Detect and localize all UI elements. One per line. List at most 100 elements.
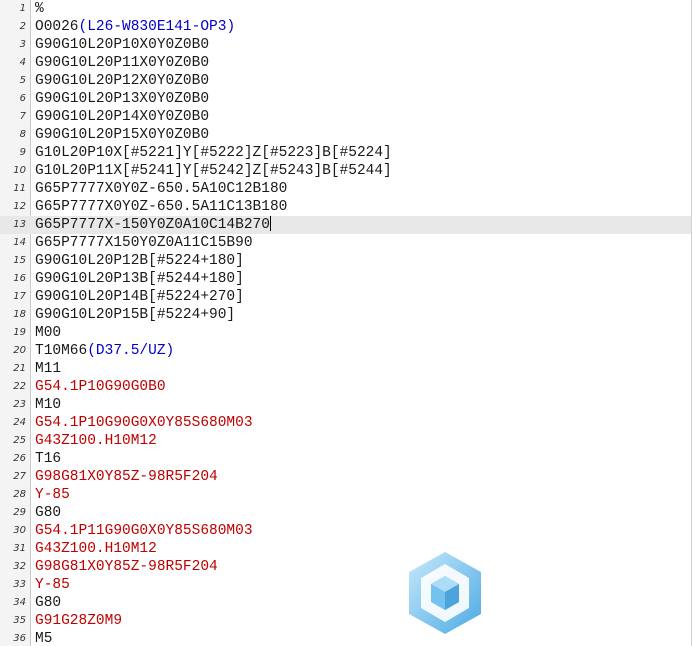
code-line[interactable]: 10 G10L20P11X[#5241]Y[#5242]Z[#5243]B[#52… [0, 162, 692, 180]
code-line[interactable]: 28 Y-85 [0, 486, 692, 504]
code-text[interactable]: G10L20P10X[#5221]Y[#5222]Z[#5223]B[#5224… [35, 144, 392, 162]
code-line[interactable]: 2 O0026(L26-W830E141-OP3) [0, 18, 692, 36]
code-line[interactable]: 26 T16 [0, 450, 692, 468]
code-text[interactable]: G90G10L20P14B[#5224+270] [35, 288, 244, 306]
code-text[interactable]: G43Z100.H10M12 [35, 540, 157, 558]
code-line[interactable]: 32 G98G81X0Y85Z-98R5F204 [0, 558, 692, 576]
code-line[interactable]: 25 G43Z100.H10M12 [0, 432, 692, 450]
code-line[interactable]: 3 G90G10L20P10X0Y0Z0B0 [0, 36, 692, 54]
code-token: G10L20P11X[#5241]Y[#5242]Z[#5243]B[#5244… [35, 163, 392, 179]
code-text[interactable]: G54.1P11G90G0X0Y85S680M03 [35, 522, 253, 540]
code-token: G65P7777X150Y0Z0A11C15B90 [35, 235, 253, 251]
code-text[interactable]: G80 [35, 504, 61, 522]
line-number: 22 [13, 381, 26, 392]
code-text[interactable]: G90G10L20P13B[#5244+180] [35, 270, 244, 288]
code-line-current[interactable]: 13 G65P7777X-150Y0Z0A10C14B270 [0, 216, 692, 234]
code-line[interactable]: 24 G54.1P10G90G0X0Y85S680M03 [0, 414, 692, 432]
code-line[interactable]: 19 M00 [0, 324, 692, 342]
code-text[interactable]: G90G10L20P10X0Y0Z0B0 [35, 36, 209, 54]
text-caret [269, 216, 271, 231]
code-line[interactable]: 22 G54.1P10G90G0B0 [0, 378, 692, 396]
line-number: 3 [19, 39, 26, 50]
code-token: T16 [35, 451, 62, 467]
code-text[interactable]: G98G81X0Y85Z-98R5F204 [35, 468, 218, 486]
code-text[interactable]: G65P7777X0Y0Z-650.5A10C12B180 [35, 180, 287, 198]
code-text[interactable]: G90G10L20P11X0Y0Z0B0 [35, 54, 209, 72]
code-text[interactable]: G65P7777X-150Y0Z0A10C14B270 [35, 216, 271, 234]
code-line[interactable]: 9 G10L20P10X[#5221]Y[#5222]Z[#5223]B[#522… [0, 144, 692, 162]
code-line[interactable]: 4 G90G10L20P11X0Y0Z0B0 [0, 54, 692, 72]
code-line[interactable]: 14 G65P7777X150Y0Z0A11C15B90 [0, 234, 692, 252]
code-line[interactable]: 20 T10M66(D37.5/UZ) [0, 342, 692, 360]
code-token: G90G10L20P13X0Y0Z0B0 [35, 91, 210, 107]
code-token: G90G10L20P11X0Y0Z0B0 [35, 55, 210, 71]
code-line[interactable]: 7 G90G10L20P14X0Y0Z0B0 [0, 108, 692, 126]
code-text[interactable]: Y-85 [35, 576, 70, 594]
line-number: 33 [13, 579, 26, 590]
code-text[interactable]: M11 [35, 360, 61, 378]
code-text[interactable]: G90G10L20P14X0Y0Z0B0 [35, 108, 209, 126]
line-number: 24 [13, 417, 26, 428]
code-line[interactable]: 5 G90G10L20P12X0Y0Z0B0 [0, 72, 692, 90]
code-text[interactable]: Y-85 [35, 486, 70, 504]
code-text[interactable]: G65P7777X150Y0Z0A11C15B90 [35, 234, 253, 252]
code-line[interactable]: 36 M5 [0, 630, 692, 646]
code-highlighted-block: G54.1P10G90G0X0Y85S680M03 [35, 415, 253, 431]
code-line[interactable]: 18 G90G10L20P15B[#5224+90] [0, 306, 692, 324]
code-lines[interactable]: 1% 2 O0026(L26-W830E141-OP3) 3 G90G10L20P10X… [0, 0, 692, 646]
code-text[interactable]: % [35, 0, 44, 18]
line-number: 29 [13, 507, 26, 518]
code-token: G90G10L20P15X0Y0Z0B0 [35, 127, 210, 143]
code-line[interactable]: 31 G43Z100.H10M12 [0, 540, 692, 558]
line-number: 30 [13, 525, 26, 536]
code-text[interactable]: M00 [35, 324, 61, 342]
code-text[interactable]: G91G28Z0M9 [35, 612, 122, 630]
code-token: G90G10L20P14X0Y0Z0B0 [35, 109, 210, 125]
line-number: 25 [13, 435, 26, 446]
code-line[interactable]: 12 G65P7777X0Y0Z-650.5A11C13B180 [0, 198, 692, 216]
code-line[interactable]: 6 G90G10L20P13X0Y0Z0B0 [0, 90, 692, 108]
code-text[interactable]: G65P7777X0Y0Z-650.5A11C13B180 [35, 198, 287, 216]
code-text[interactable]: G80 [35, 594, 61, 612]
code-text[interactable]: G90G10L20P12X0Y0Z0B0 [35, 72, 209, 90]
line-number: 11 [13, 183, 26, 194]
code-editor[interactable]: 1% 2 O0026(L26-W830E141-OP3) 3 G90G10L20P10X… [0, 0, 692, 646]
code-text[interactable]: M10 [35, 396, 61, 414]
code-text[interactable]: T10M66(D37.5/UZ) [35, 342, 174, 360]
code-text[interactable]: G98G81X0Y85Z-98R5F204 [35, 558, 218, 576]
code-comment: (D37.5/UZ) [87, 343, 175, 359]
line-number: 27 [13, 471, 26, 482]
code-line[interactable]: 35 G91G28Z0M9 [0, 612, 692, 630]
code-line[interactable]: 11 G65P7777X0Y0Z-650.5A10C12B180 [0, 180, 692, 198]
code-token: G80 [35, 505, 62, 521]
code-line[interactable]: 29 G80 [0, 504, 692, 522]
code-text[interactable]: T16 [35, 450, 61, 468]
line-number: 9 [19, 147, 26, 158]
line-number: 34 [13, 597, 26, 608]
code-line[interactable]: 8 G90G10L20P15X0Y0Z0B0 [0, 126, 692, 144]
code-line[interactable]: 15 G90G10L20P12B[#5224+180] [0, 252, 692, 270]
code-line[interactable]: 1% [0, 0, 692, 18]
code-line[interactable]: 23 M10 [0, 396, 692, 414]
code-line[interactable]: 34 G80 [0, 594, 692, 612]
code-text[interactable]: G90G10L20P13X0Y0Z0B0 [35, 90, 209, 108]
code-text[interactable]: M5 [35, 630, 52, 646]
code-text[interactable]: G54.1P10G90G0X0Y85S680M03 [35, 414, 253, 432]
line-number: 5 [19, 75, 26, 86]
code-text[interactable]: G90G10L20P15X0Y0Z0B0 [35, 126, 209, 144]
code-line[interactable]: 21 M11 [0, 360, 692, 378]
code-text[interactable]: O0026(L26-W830E141-OP3) [35, 18, 235, 36]
code-line[interactable]: 27 G98G81X0Y85Z-98R5F204 [0, 468, 692, 486]
code-line[interactable]: 17 G90G10L20P14B[#5224+270] [0, 288, 692, 306]
line-number: 32 [13, 561, 26, 572]
code-highlighted-block: G91G28Z0M9 [35, 613, 123, 629]
code-token: G10L20P10X[#5221]Y[#5222]Z[#5223]B[#5224… [35, 145, 392, 161]
code-text[interactable]: G90G10L20P15B[#5224+90] [35, 306, 235, 324]
code-text[interactable]: G54.1P10G90G0B0 [35, 378, 166, 396]
code-line[interactable]: 33 Y-85 [0, 576, 692, 594]
code-text[interactable]: G43Z100.H10M12 [35, 432, 157, 450]
code-line[interactable]: 16 G90G10L20P13B[#5244+180] [0, 270, 692, 288]
code-text[interactable]: G90G10L20P12B[#5224+180] [35, 252, 244, 270]
code-line[interactable]: 30 G54.1P11G90G0X0Y85S680M03 [0, 522, 692, 540]
code-text[interactable]: G10L20P11X[#5241]Y[#5242]Z[#5243]B[#5244… [35, 162, 392, 180]
